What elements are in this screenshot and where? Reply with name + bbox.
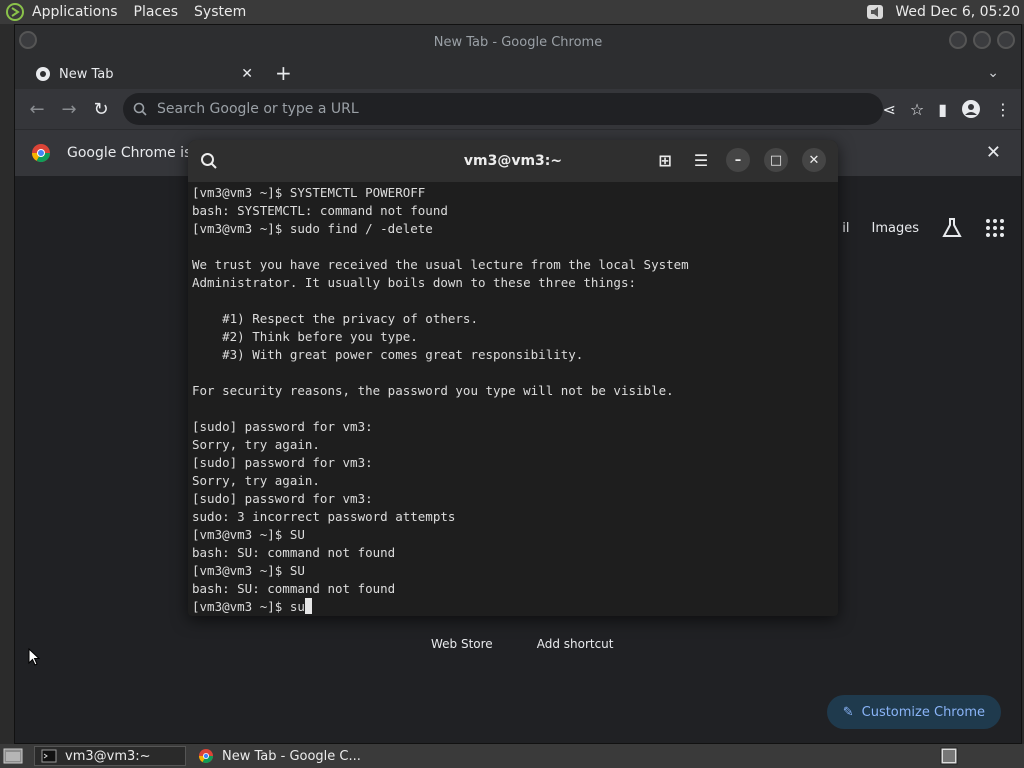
terminal-window[interactable]: vm3@vm3:~ ⊞ ☰ – □ ✕ [vm3@vm3 ~]$ SYSTEMC… [188,140,838,616]
search-icon [133,102,147,116]
infobar-close-icon[interactable]: ✕ [986,142,1001,163]
bottom-taskbar: vm3@vm3:~ New Tab - Google C... [0,744,1024,768]
terminal-current-input: su [289,599,305,614]
profile-avatar-icon[interactable] [961,99,981,119]
chrome-app-icon [199,749,213,763]
side-panel-icon[interactable]: ▮ [938,100,947,119]
terminal-line: bash: SU: command not found [192,581,396,596]
terminal-line: #3) With great power comes great respons… [222,347,584,362]
terminal-line: sudo: 3 incorrect password attempts [192,509,456,524]
terminal-output[interactable]: [vm3@vm3 ~]$ SYSTEMCTL POWEROFF bash: SY… [188,182,838,616]
workspace-switcher-icon[interactable] [940,747,958,765]
terminal-line: Administrator. It usually boils down to … [192,275,637,290]
show-desktop-icon[interactable] [2,747,24,765]
maximize-button[interactable] [973,31,991,49]
terminal-header-buttons: ⊞ ☰ – □ ✕ [654,148,826,172]
shortcut-web-store[interactable]: Web Store [431,637,493,651]
tab-strip: New Tab ✕ + ⌄ [15,59,1021,89]
terminal-app-icon [41,749,57,763]
gmail-link[interactable]: il [842,221,849,236]
terminal-line: bash: SU: command not found [192,545,396,560]
ntp-top-links: il Images [842,217,1005,239]
pencil-icon: ✎ [842,704,854,720]
labs-flask-icon[interactable] [941,217,963,239]
terminal-line: [vm3@vm3 ~]$ SYSTEMCTL POWEROFF [192,185,426,200]
top-panel: Applications Places System Wed Dec 6, 05… [0,0,1024,24]
taskbar-item-terminal[interactable]: vm3@vm3:~ [34,746,186,766]
window-title: New Tab - Google Chrome [433,34,603,50]
omnibox[interactable]: Search Google or type a URL [123,93,883,125]
minimize-button[interactable] [949,31,967,49]
tab-close-icon[interactable]: ✕ [241,66,253,82]
terminal-line: #2) Think before you type. [222,329,418,344]
tab-search-chevron-icon[interactable]: ⌄ [987,65,999,81]
forward-arrow-icon[interactable]: → [53,99,85,120]
terminal-line: [vm3@vm3 ~]$ SU [192,527,305,542]
terminal-line: [sudo] password for vm3: [192,491,373,506]
terminal-line: [sudo] password for vm3: [192,419,373,434]
terminal-search-icon[interactable] [200,152,218,170]
close-window-button[interactable] [997,31,1015,49]
applications-menu[interactable]: Applications [32,4,118,20]
terminal-line: Sorry, try again. [192,473,320,488]
terminal-line: We trust you have received the usual lec… [192,257,689,272]
tab-new-tab[interactable]: New Tab ✕ [27,59,259,89]
infobar-text: Google Chrome isn' [67,145,205,161]
terminal-line: [vm3@vm3 ~]$ sudo find / -delete [192,221,433,236]
terminal-title: vm3@vm3:~ [463,153,563,169]
reload-icon[interactable]: ↻ [85,99,117,120]
chrome-favicon-icon [36,67,50,81]
terminal-prompt: [vm3@vm3 ~]$ [192,599,290,614]
taskbar-item-label: New Tab - Google C... [222,748,361,764]
window-menu-button[interactable] [19,31,37,49]
volume-icon[interactable] [865,2,887,22]
bookmark-star-icon[interactable]: ☆ [910,100,924,119]
chrome-titlebar[interactable]: New Tab - Google Chrome [15,25,1021,59]
back-arrow-icon[interactable]: ← [21,99,53,120]
distro-logo-icon[interactable] [6,3,24,21]
new-tab-button[interactable]: + [275,61,292,85]
tab-label: New Tab [59,66,114,82]
places-menu[interactable]: Places [134,4,179,20]
terminal-minimize-button[interactable]: – [726,148,750,172]
customize-chrome-button[interactable]: ✎ Customize Chrome [826,695,1001,729]
shortcut-add-shortcut[interactable]: Add shortcut [537,637,614,651]
terminal-line: [sudo] password for vm3: [192,455,373,470]
apps-grid-icon[interactable] [985,218,1005,238]
window-controls [949,31,1015,49]
taskbar-item-chrome[interactable]: New Tab - Google C... [192,746,367,766]
mouse-pointer-icon [28,648,40,666]
terminal-line: bash: SYSTEMCTL: command not found [192,203,448,218]
toolbar-right-icons: ⋖ ☆ ▮ ⋮ [882,89,1011,129]
chrome-menu-icon[interactable]: ⋮ [995,100,1011,119]
system-menu[interactable]: System [194,4,246,20]
new-tab-plus-icon[interactable]: ⊞ [654,151,676,170]
chrome-logo-icon [31,144,50,163]
images-link[interactable]: Images [872,221,920,236]
terminal-header[interactable]: vm3@vm3:~ ⊞ ☰ – □ ✕ [188,140,838,182]
hamburger-menu-icon[interactable]: ☰ [690,151,712,170]
clock[interactable]: Wed Dec 6, 05:20 [895,4,1020,20]
text-cursor [304,598,312,614]
taskbar-item-label: vm3@vm3:~ [65,748,151,764]
terminal-line: Sorry, try again. [192,437,320,452]
terminal-maximize-button[interactable]: □ [764,148,788,172]
chrome-toolbar: ← → ↻ Search Google or type a URL ⋖ ☆ ▮ … [15,89,1021,129]
ntp-shortcuts: Web Store Add shortcut [431,637,614,651]
terminal-line: [vm3@vm3 ~]$ SU [192,563,305,578]
customize-chrome-label: Customize Chrome [861,704,985,720]
terminal-history: [vm3@vm3 ~]$ SYSTEMCTL POWEROFF bash: SY… [192,185,689,596]
omnibox-placeholder: Search Google or type a URL [157,101,359,117]
terminal-line: #1) Respect the privacy of others. [222,311,478,326]
share-icon[interactable]: ⋖ [882,100,895,119]
terminal-close-button[interactable]: ✕ [802,148,826,172]
terminal-line: For security reasons, the password you t… [192,383,674,398]
